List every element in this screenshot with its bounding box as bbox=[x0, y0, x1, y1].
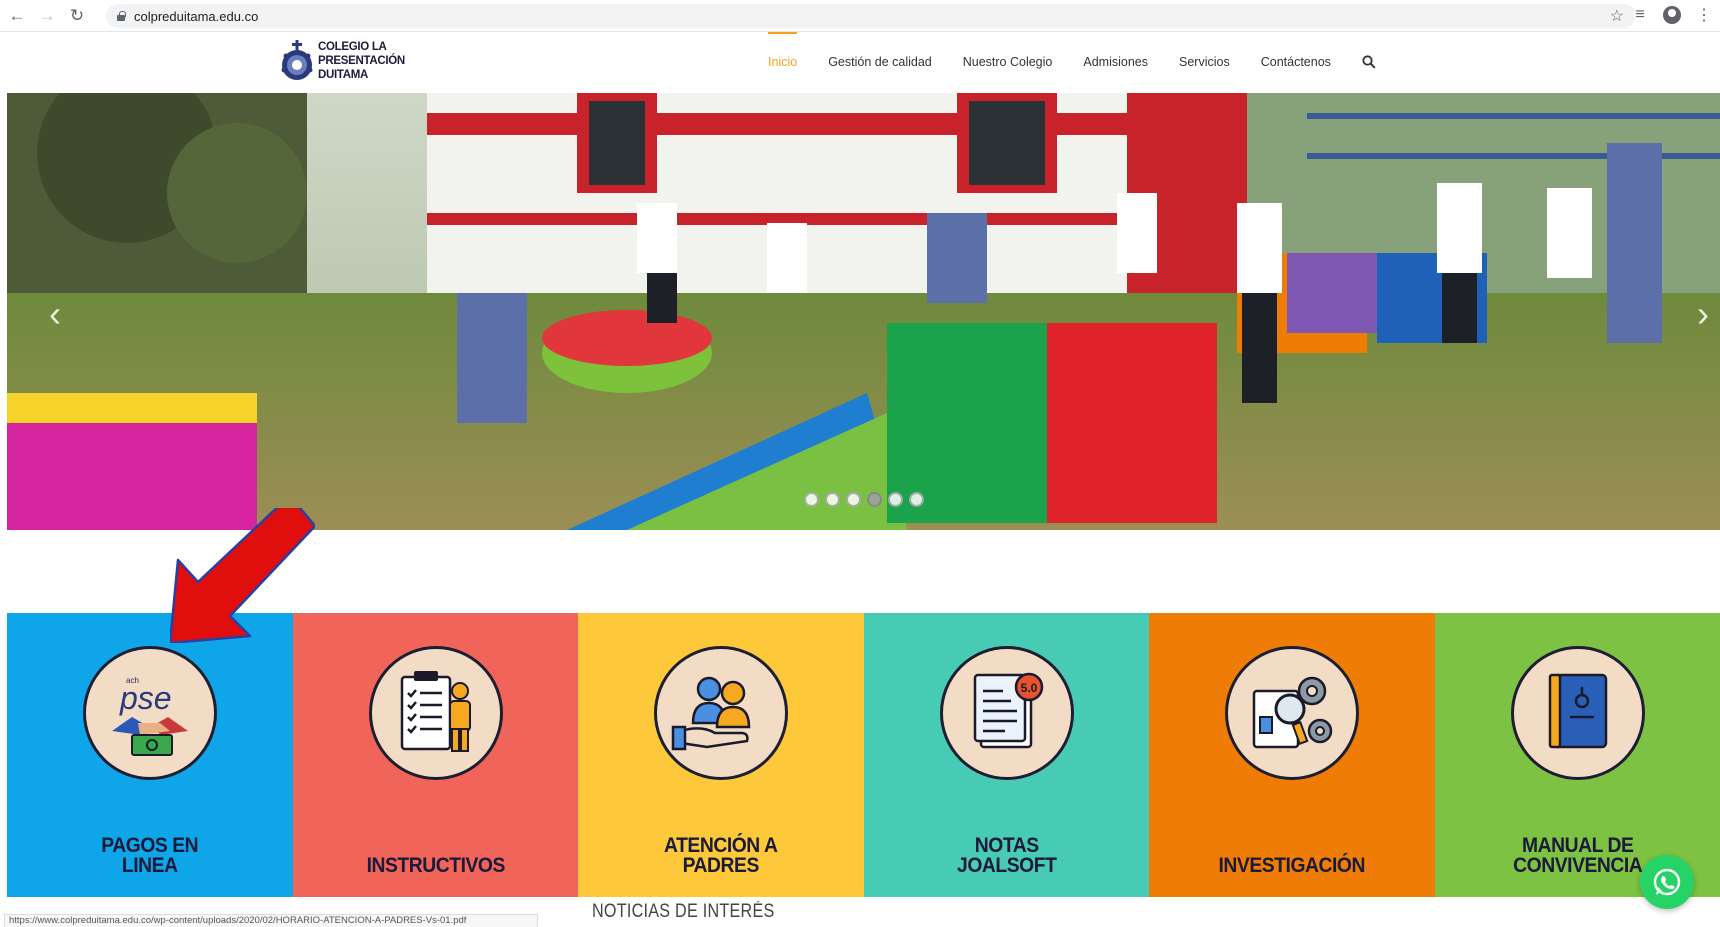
status-bar-url: https://www.colpreduitama.edu.co/wp-cont… bbox=[4, 914, 538, 927]
menu-item-admisiones[interactable]: Admisiones bbox=[1083, 32, 1148, 92]
research-gears-icon[interactable] bbox=[1225, 646, 1359, 780]
browser-menu-icon[interactable]: ⋮ bbox=[1694, 4, 1714, 26]
quick-link-tile[interactable]: INSTRUCTIVOS bbox=[292, 613, 578, 897]
tile-label-line: PADRES bbox=[682, 854, 760, 877]
logo-line: COLEGIO LA bbox=[318, 41, 387, 53]
quick-link-tile[interactable]: ach pse PAGOS EN LINEA bbox=[7, 613, 293, 897]
news-section-heading: NOTICIAS DE INTERÉS bbox=[592, 901, 775, 922]
grade-badge: 5.0 bbox=[1020, 681, 1037, 695]
menu-item-servicios[interactable]: Servicios bbox=[1179, 32, 1230, 92]
tile-label-line: INSTRUCTIVOS bbox=[366, 854, 505, 877]
menu-item-nuestro-colegio[interactable]: Nuestro Colegio bbox=[963, 32, 1053, 92]
reload-icon[interactable]: ↻ bbox=[64, 3, 90, 29]
tile-label[interactable]: INSTRUCTIVOS bbox=[304, 818, 567, 876]
school-crest-icon bbox=[281, 40, 313, 80]
menu-item-gestion-de-calidad[interactable]: Gestión de calidad bbox=[828, 32, 932, 92]
quick-link-tile[interactable]: MANUAL DE CONVIVENCIA bbox=[1434, 613, 1720, 897]
annotation-arrow-icon bbox=[170, 508, 315, 643]
address-bar[interactable]: colpreduitama.edu.co ☆ bbox=[106, 4, 1636, 28]
slider-pagination bbox=[804, 492, 924, 507]
slider-dot[interactable] bbox=[825, 492, 840, 507]
tile-label-line: INVESTIGACIÓN bbox=[1218, 854, 1366, 877]
manual-book-icon[interactable] bbox=[1510, 646, 1645, 780]
slider-dot[interactable] bbox=[867, 492, 882, 507]
hero-slider[interactable]: ‹ › bbox=[7, 93, 1720, 530]
slider-next-arrow-icon[interactable]: › bbox=[1697, 293, 1709, 335]
whatsapp-button[interactable] bbox=[1640, 855, 1694, 909]
whatsapp-icon bbox=[1653, 868, 1681, 896]
tile-label[interactable]: PAGOS EN LINEA bbox=[18, 818, 281, 876]
tile-label-line: ATENCIÓN A bbox=[664, 834, 778, 857]
slider-dot[interactable] bbox=[846, 492, 861, 507]
site-header: COLEGIO LA PRESENTACIÓN DUITAMA Inicio G… bbox=[0, 32, 1720, 92]
address-bar-url[interactable]: colpreduitama.edu.co bbox=[134, 9, 258, 24]
quick-link-tiles: ach pse PAGOS EN LINEA INSTRUCTIVOS ATEN… bbox=[7, 613, 1720, 897]
slider-prev-arrow-icon[interactable]: ‹ bbox=[49, 293, 61, 335]
tile-label[interactable]: NOTAS JOALSOFT bbox=[875, 818, 1138, 876]
parents-hand-icon[interactable] bbox=[654, 646, 788, 780]
grade-document-icon[interactable]: 5.0 bbox=[939, 646, 1074, 780]
reading-list-icon[interactable]: ≡ bbox=[1630, 4, 1650, 26]
back-icon[interactable]: ← bbox=[4, 3, 30, 29]
forward-icon[interactable]: → bbox=[34, 3, 60, 29]
tile-label-line: MANUAL DE bbox=[1521, 834, 1634, 857]
tile-label[interactable]: INVESTIGACIÓN bbox=[1160, 818, 1423, 876]
menu-item-contactenos[interactable]: Contáctenos bbox=[1261, 32, 1331, 92]
main-menu: Inicio Gestión de calidad Nuestro Colegi… bbox=[768, 32, 1376, 92]
logo-text: COLEGIO LA PRESENTACIÓN DUITAMA bbox=[318, 40, 405, 82]
site-logo[interactable]: COLEGIO LA PRESENTACIÓN DUITAMA bbox=[280, 40, 405, 82]
profile-icon[interactable] bbox=[1663, 6, 1681, 24]
tile-label-line: CONVIVENCIA bbox=[1512, 854, 1643, 877]
pse-payment-icon[interactable]: ach pse bbox=[83, 646, 217, 780]
menu-item-inicio[interactable]: Inicio bbox=[768, 32, 798, 92]
slider-dot[interactable] bbox=[909, 492, 924, 507]
tile-label[interactable]: ATENCIÓN A PADRES bbox=[589, 818, 852, 876]
hero-slide-image bbox=[7, 93, 1720, 530]
logo-line: DUITAMA bbox=[318, 69, 369, 81]
tile-label-line: NOTAS bbox=[974, 834, 1039, 857]
slider-dot[interactable] bbox=[888, 492, 903, 507]
browser-toolbar: ← → ↻ colpreduitama.edu.co ☆ ≡ ⋮ bbox=[0, 0, 1720, 32]
search-icon[interactable] bbox=[1362, 55, 1376, 69]
tile-label-line: LINEA bbox=[121, 854, 178, 877]
tile-label-line: PAGOS EN bbox=[101, 834, 199, 857]
checklist-person-icon[interactable] bbox=[368, 646, 503, 780]
bookmark-star-icon[interactable]: ☆ bbox=[1610, 6, 1624, 26]
lock-icon[interactable] bbox=[116, 11, 126, 21]
quick-link-tile[interactable]: INVESTIGACIÓN bbox=[1149, 613, 1435, 897]
quick-link-tile[interactable]: 5.0 NOTAS JOALSOFT bbox=[863, 613, 1149, 897]
logo-line: PRESENTACIÓN bbox=[318, 55, 405, 67]
tile-label-line: JOALSOFT bbox=[956, 854, 1057, 877]
slider-dot[interactable] bbox=[804, 492, 819, 507]
svg-text:pse: pse bbox=[119, 680, 172, 716]
profile-button[interactable] bbox=[1662, 4, 1682, 26]
quick-link-tile[interactable]: ATENCIÓN A PADRES bbox=[578, 613, 864, 897]
